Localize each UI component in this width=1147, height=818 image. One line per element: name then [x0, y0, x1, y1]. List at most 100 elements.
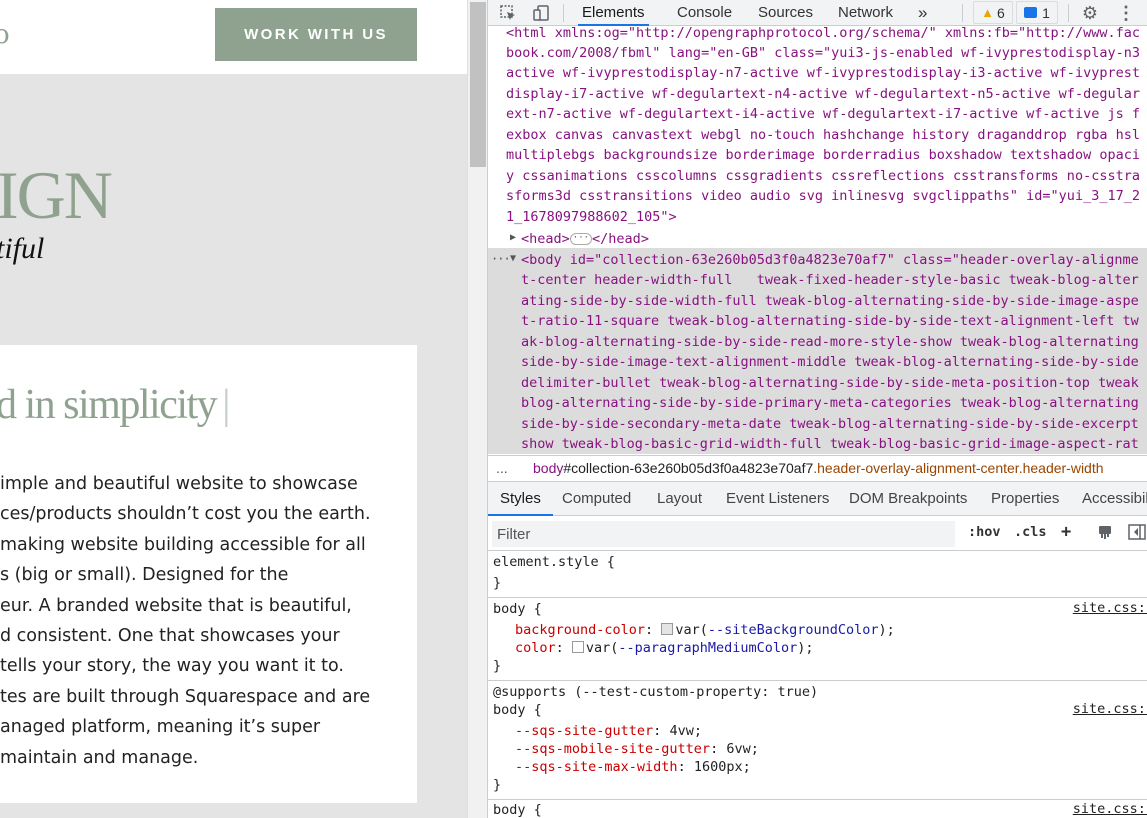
- html-tag-line[interactable]: <html xmlns:og="http://opengraphprotocol…: [506, 26, 1140, 43]
- supports-body-rule[interactable]: @supports (--test-custom-property: true)…: [488, 681, 1147, 800]
- breadcrumb-item-body[interactable]: body#collection-63e260b05d3f0a4823e70af7…: [533, 460, 1104, 476]
- body-tag-line[interactable]: <body id="collection-63e260b05d3f0a4823e…: [521, 250, 1139, 270]
- tab-dom-breakpoints[interactable]: DOM Breakpoints: [849, 482, 967, 516]
- card-body: imple and beautiful website to showcase …: [0, 469, 417, 773]
- property-name[interactable]: --sqs-site-max-width: [515, 759, 678, 775]
- card-title-bar: |: [222, 382, 230, 428]
- body-tag-line[interactable]: side-by-side-image-text-alignment-middle…: [521, 352, 1139, 372]
- property-name[interactable]: --sqs-mobile-site-gutter: [515, 741, 710, 757]
- body-tag-line[interactable]: t-center header-width-full tweak-fixed-h…: [521, 270, 1139, 290]
- node-actions-dots[interactable]: ···: [491, 252, 511, 266]
- scrollbar-thumb[interactable]: [470, 2, 486, 167]
- html-tag-line[interactable]: sforms3d csstransitions video audio svg …: [506, 186, 1140, 206]
- property-value[interactable]: 4vw;: [669, 723, 702, 739]
- tab-console[interactable]: Console: [677, 0, 732, 26]
- tab-network[interactable]: Network: [838, 0, 893, 26]
- tab-styles[interactable]: Styles: [488, 482, 553, 516]
- rule-source-link[interactable]: site.css:1: [1073, 701, 1147, 717]
- hero-subtitle: tiful: [0, 232, 45, 265]
- css-declaration[interactable]: --sqs-site-gutter: 4vw;: [515, 722, 702, 740]
- tab-computed[interactable]: Computed: [562, 482, 631, 516]
- more-tabs-icon[interactable]: »: [918, 0, 927, 26]
- messages-count: 1: [1042, 4, 1050, 21]
- messages-badge[interactable]: 1: [1016, 1, 1058, 24]
- rule-selector[interactable]: body {: [493, 600, 542, 618]
- head-open-tag: <head>: [521, 231, 570, 247]
- sidebar-toggle-icon[interactable]: [1128, 524, 1146, 544]
- html-tag-line[interactable]: book.com/2008/fbml" lang="en-GB" class="…: [506, 43, 1140, 63]
- inspect-element-icon[interactable]: [498, 3, 518, 23]
- styles-rules: element.style { } body { site.css:1 back…: [488, 551, 1147, 818]
- body-rule[interactable]: body { site.css:1: [488, 800, 1147, 818]
- property-name[interactable]: --sqs-site-gutter: [515, 723, 653, 739]
- css-variable[interactable]: --paragraphMediumColor: [618, 640, 797, 656]
- message-icon: [1024, 7, 1038, 18]
- rule-selector[interactable]: element.style {: [493, 553, 615, 571]
- body-tag-line[interactable]: delimiter-bullet tweak-blog-alternating-…: [521, 373, 1139, 393]
- rule-close: }: [493, 575, 502, 591]
- settings-gear-icon[interactable]: ⚙: [1080, 3, 1100, 23]
- rule-source-link[interactable]: site.css:1: [1073, 801, 1147, 817]
- class-toggle[interactable]: .cls: [1014, 524, 1047, 540]
- css-declaration[interactable]: --sqs-site-max-width: 1600px;: [515, 758, 751, 776]
- breadcrumb-overflow[interactable]: ...: [496, 460, 508, 476]
- tab-elements[interactable]: Elements: [578, 0, 649, 26]
- html-tag-line[interactable]: 1_1678097988602_105">: [506, 207, 677, 227]
- html-tag-line[interactable]: multiplebgs backgroundsize borderimage b…: [506, 145, 1140, 165]
- card-line: tes are built through Squarespace and ar…: [0, 686, 371, 707]
- body-tag-line[interactable]: side-by-side-secondary-meta-date tweak-b…: [521, 414, 1139, 434]
- tab-accessibility[interactable]: Accessibili: [1082, 482, 1147, 516]
- rule-selector[interactable]: body {: [493, 701, 542, 719]
- rule-selector[interactable]: body {: [493, 801, 542, 818]
- css-variable[interactable]: --siteBackgroundColor: [708, 622, 879, 638]
- computed-styles-toggle-icon[interactable]: [1097, 524, 1113, 544]
- device-toolbar-icon[interactable]: [531, 3, 551, 23]
- css-declaration[interactable]: --sqs-mobile-site-gutter: 6vw;: [515, 740, 759, 758]
- css-declaration[interactable]: color: var(--paragraphMediumColor);: [515, 639, 814, 657]
- hover-state-toggle[interactable]: :hov: [968, 524, 1001, 540]
- styles-filter-input[interactable]: [492, 521, 955, 547]
- body-tag-line[interactable]: t-ratio-11-square tweak-blog-alternating…: [521, 311, 1139, 331]
- tab-event-listeners[interactable]: Event Listeners: [726, 482, 829, 516]
- head-node[interactable]: <head> ··· </head>: [521, 229, 649, 249]
- new-rule-icon[interactable]: +: [1061, 522, 1071, 542]
- body-tag-line[interactable]: blog-alternating-side-by-side-primary-me…: [521, 393, 1139, 413]
- html-tag-line[interactable]: exbox canvas canvastext webgl no-touch h…: [506, 125, 1140, 145]
- work-with-us-button[interactable]: WORK WITH US: [215, 8, 417, 61]
- html-tag-line[interactable]: active wf-ivyprestodisplay-n7-active wf-…: [506, 63, 1140, 83]
- css-declaration[interactable]: background-color: var(--siteBackgroundCo…: [515, 621, 895, 639]
- elements-tree[interactable]: <html xmlns:og="http://opengraphprotocol…: [488, 26, 1147, 455]
- devtools-panel: Elements Console Sources Network » ▲ 6 1 …: [487, 0, 1147, 818]
- tab-sources[interactable]: Sources: [758, 0, 813, 26]
- more-options-icon[interactable]: ⋮: [1116, 3, 1136, 23]
- color-swatch[interactable]: [571, 641, 584, 653]
- body-rule[interactable]: body { site.css:1 background-color: var(…: [488, 598, 1147, 681]
- body-tag-line[interactable]: show tweak-blog-basic-grid-width-full tw…: [521, 434, 1139, 454]
- rule-source-link[interactable]: site.css:1: [1073, 600, 1147, 616]
- collapsed-ellipsis[interactable]: ···: [569, 233, 593, 245]
- tab-layout[interactable]: Layout: [657, 482, 702, 516]
- body-tag-line[interactable]: ak-blog-alternating-side-by-side-read-mo…: [521, 332, 1139, 352]
- styles-subtabs: Styles Computed Layout Event Listeners D…: [488, 482, 1147, 516]
- html-tag-line[interactable]: display-i7-active wf-degulartext-n4-acti…: [506, 84, 1140, 104]
- html-tag-line[interactable]: ext-n7-active wf-degulartext-i4-active w…: [506, 104, 1140, 124]
- collapse-triangle-icon[interactable]: ▼: [510, 253, 516, 264]
- tab-properties[interactable]: Properties: [991, 482, 1059, 516]
- supports-condition: @supports (--test-custom-property: true): [493, 684, 819, 700]
- property-value: );: [878, 622, 895, 638]
- html-tag-line[interactable]: y cssanimations csscolumns cssgradients …: [506, 166, 1140, 186]
- styles-filter-bar: :hov .cls +: [488, 517, 1147, 551]
- property-name[interactable]: background-color: [515, 622, 645, 638]
- body-tag-line[interactable]: ating-side-by-side-width-full tweak-blog…: [521, 291, 1139, 311]
- expand-triangle-icon[interactable]: ▶: [510, 232, 516, 243]
- element-style-rule[interactable]: element.style { }: [488, 551, 1147, 598]
- card-line: making website building accessible for a…: [0, 534, 366, 555]
- property-value[interactable]: 1600px;: [694, 759, 751, 775]
- property-name[interactable]: color: [515, 640, 556, 656]
- page-scrollbar[interactable]: [467, 0, 487, 818]
- color-swatch[interactable]: [661, 623, 674, 635]
- property-value[interactable]: 6vw;: [726, 741, 759, 757]
- warnings-badge[interactable]: ▲ 6: [973, 1, 1013, 24]
- breadcrumb: ... body#collection-63e260b05d3f0a4823e7…: [488, 455, 1147, 482]
- site-logo[interactable]: o: [0, 20, 10, 50]
